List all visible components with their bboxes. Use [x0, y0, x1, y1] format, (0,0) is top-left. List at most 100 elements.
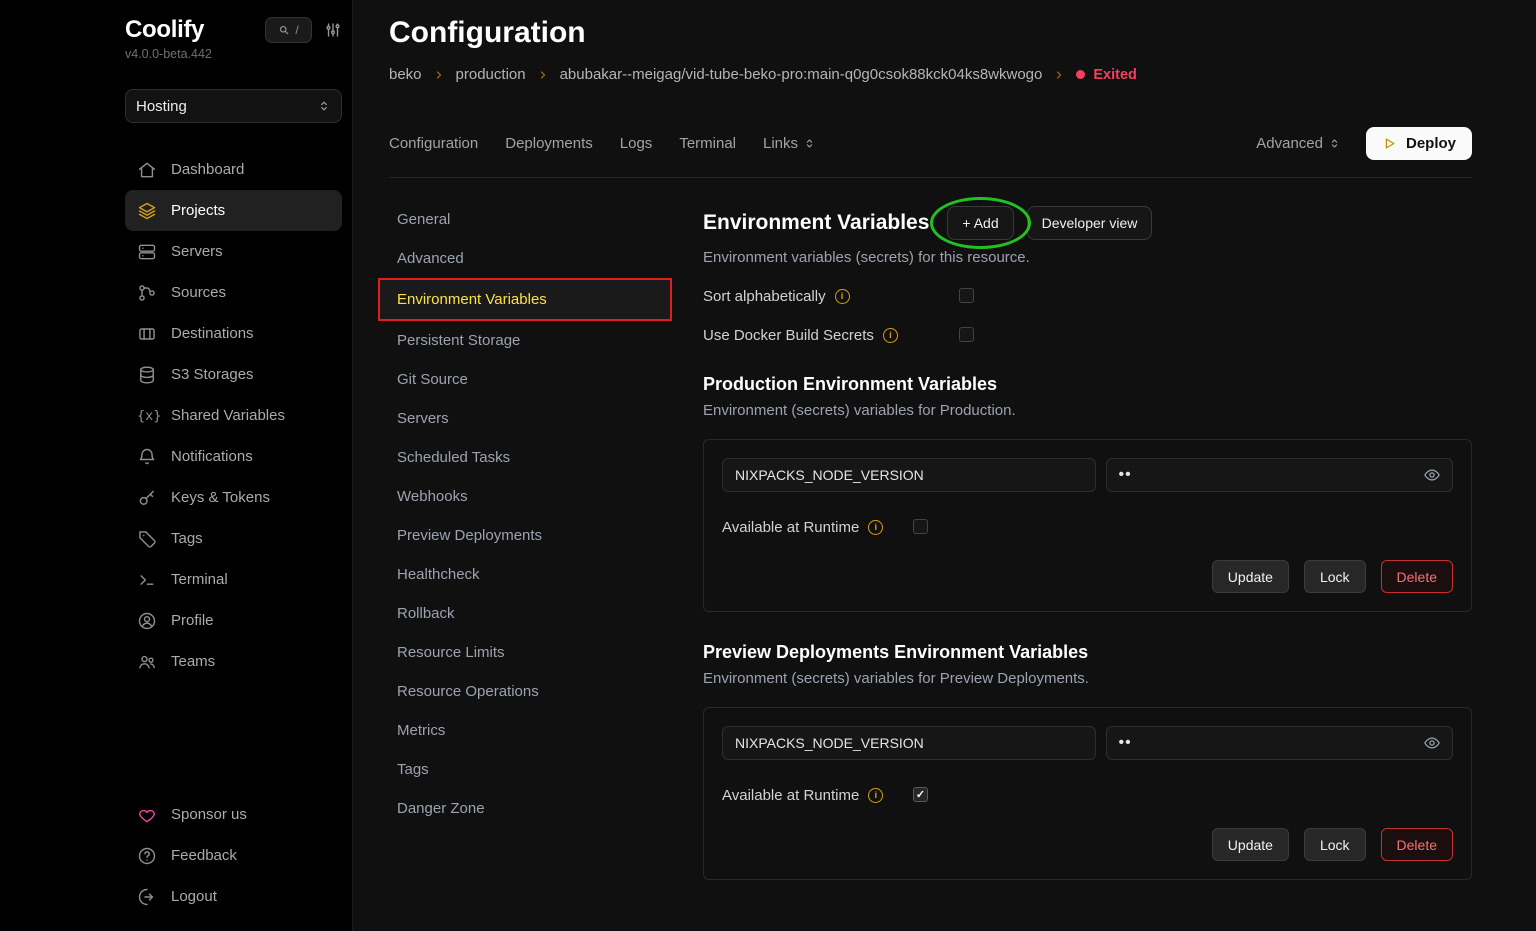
- tab-links[interactable]: Links: [763, 135, 816, 152]
- subnav-item-git-source[interactable]: Git Source: [389, 360, 683, 399]
- sidebar-item-dashboard[interactable]: Dashboard: [125, 149, 342, 190]
- advanced-label: Advanced: [1256, 135, 1323, 152]
- subnav-item-scheduled-tasks[interactable]: Scheduled Tasks: [389, 438, 683, 477]
- breadcrumb-environment[interactable]: production: [456, 66, 526, 83]
- breadcrumb-resource[interactable]: abubakar--meigag/vid-tube-beko-pro:main-…: [560, 66, 1043, 83]
- subnav-item-tags[interactable]: Tags: [389, 750, 683, 789]
- chevron-up-down-icon: [1328, 137, 1341, 150]
- env-value-input[interactable]: [1106, 458, 1454, 492]
- subnav-item-environment-variables[interactable]: Environment Variables: [380, 280, 670, 319]
- app-logo: Coolify: [125, 16, 204, 44]
- lock-button[interactable]: Lock: [1304, 560, 1366, 593]
- sidebar-item-keys-tokens[interactable]: Keys & Tokens: [125, 477, 342, 518]
- tab-links-label: Links: [763, 135, 798, 152]
- sidebar-item-sources[interactable]: Sources: [125, 272, 342, 313]
- add-env-var-button[interactable]: + Add: [947, 206, 1013, 240]
- sidebar-item-label: Dashboard: [171, 161, 244, 178]
- delete-button[interactable]: Delete: [1381, 828, 1453, 861]
- eye-icon[interactable]: [1423, 734, 1441, 752]
- chevron-up-down-icon: [317, 99, 331, 113]
- developer-view-button[interactable]: Developer view: [1027, 206, 1153, 240]
- sidebar-item-feedback[interactable]: Feedback: [125, 835, 342, 876]
- sidebar-item-tags[interactable]: Tags: [125, 518, 342, 559]
- sidebar-item-label: Feedback: [171, 847, 237, 864]
- update-button[interactable]: Update: [1212, 560, 1289, 593]
- header-divider: [389, 177, 1472, 178]
- info-icon[interactable]: [835, 289, 850, 304]
- profile-icon: [137, 611, 157, 631]
- tab-terminal[interactable]: Terminal: [679, 135, 736, 152]
- sidebar-item-terminal[interactable]: Terminal: [125, 559, 342, 600]
- sidebar-item-label: Teams: [171, 653, 215, 670]
- tab-logs[interactable]: Logs: [620, 135, 653, 152]
- chevron-right-icon: [433, 69, 445, 81]
- search-shortcut-key: /: [295, 23, 298, 37]
- env-key-input[interactable]: [722, 458, 1096, 492]
- sort-alphabetically-label: Sort alphabetically: [703, 288, 826, 305]
- subnav-item-rollback[interactable]: Rollback: [389, 594, 683, 633]
- sort-alphabetically-checkbox[interactable]: [959, 288, 974, 303]
- eye-icon[interactable]: [1423, 466, 1441, 484]
- subnav-item-persistent-storage[interactable]: Persistent Storage: [389, 321, 683, 360]
- advanced-dropdown[interactable]: Advanced: [1256, 135, 1341, 152]
- lock-button[interactable]: Lock: [1304, 828, 1366, 861]
- chevron-right-icon: [1053, 69, 1065, 81]
- sidebar: Coolify / v4.0.0-beta.442 Hosting Dashbo…: [0, 0, 353, 931]
- search-box[interactable]: /: [265, 17, 312, 43]
- available-at-runtime-row: Available at Runtime: [722, 786, 1453, 804]
- settings-sliders-icon[interactable]: [324, 21, 342, 39]
- subnav-item-metrics[interactable]: Metrics: [389, 711, 683, 750]
- tab-configuration[interactable]: Configuration: [389, 135, 478, 152]
- settings-subnav: General Advanced Environment Variables P…: [389, 200, 683, 880]
- available-at-runtime-checkbox[interactable]: [913, 519, 928, 534]
- home-icon: [137, 160, 157, 180]
- sidebar-item-label: Destinations: [171, 325, 254, 342]
- sidebar-item-profile[interactable]: Profile: [125, 600, 342, 641]
- production-env-var-card: Available at Runtime Update Lock Delete: [703, 439, 1472, 612]
- docker-build-secrets-label: Use Docker Build Secrets: [703, 327, 874, 344]
- terminal-icon: [137, 570, 157, 590]
- env-key-input[interactable]: [722, 726, 1096, 760]
- sidebar-item-logout[interactable]: Logout: [125, 876, 342, 917]
- info-icon[interactable]: [868, 788, 883, 803]
- subnav-item-danger-zone[interactable]: Danger Zone: [389, 789, 683, 828]
- tab-deployments[interactable]: Deployments: [505, 135, 593, 152]
- env-value-input[interactable]: [1106, 726, 1454, 760]
- subnav-item-general[interactable]: General: [389, 200, 683, 239]
- breadcrumb-project[interactable]: beko: [389, 66, 422, 83]
- subnav-item-preview-deployments[interactable]: Preview Deployments: [389, 516, 683, 555]
- sidebar-item-projects[interactable]: Projects: [125, 190, 342, 231]
- sidebar-item-shared-variables[interactable]: {x} Shared Variables: [125, 395, 342, 436]
- breadcrumb: beko production abubakar--meigag/vid-tub…: [389, 66, 1472, 83]
- database-icon: [137, 365, 157, 385]
- sidebar-item-servers[interactable]: Servers: [125, 231, 342, 272]
- sidebar-item-sponsor[interactable]: Sponsor us: [125, 794, 342, 835]
- delete-button[interactable]: Delete: [1381, 560, 1453, 593]
- sidebar-item-label: Profile: [171, 612, 214, 629]
- deploy-button[interactable]: Deploy: [1366, 127, 1472, 160]
- sidebar-item-teams[interactable]: Teams: [125, 641, 342, 682]
- subnav-item-advanced[interactable]: Advanced: [389, 239, 683, 278]
- sidebar-item-notifications[interactable]: Notifications: [125, 436, 342, 477]
- docker-build-secrets-checkbox[interactable]: [959, 327, 974, 342]
- status-badge: Exited: [1076, 67, 1137, 83]
- subnav-item-resource-operations[interactable]: Resource Operations: [389, 672, 683, 711]
- environment-variables-panel: Environment Variables + Add Developer vi…: [703, 200, 1472, 880]
- subnav-item-servers[interactable]: Servers: [389, 399, 683, 438]
- team-select[interactable]: Hosting: [125, 89, 342, 123]
- update-button[interactable]: Update: [1212, 828, 1289, 861]
- env-vars-subtitle: Environment variables (secrets) for this…: [703, 249, 1472, 266]
- play-icon: [1382, 136, 1397, 151]
- info-icon[interactable]: [883, 328, 898, 343]
- subnav-item-resource-limits[interactable]: Resource Limits: [389, 633, 683, 672]
- sidebar-item-s3-storages[interactable]: S3 Storages: [125, 354, 342, 395]
- info-icon[interactable]: [868, 520, 883, 535]
- sidebar-item-destinations[interactable]: Destinations: [125, 313, 342, 354]
- sidebar-item-label: Servers: [171, 243, 223, 260]
- key-icon: [137, 488, 157, 508]
- subnav-item-healthcheck[interactable]: Healthcheck: [389, 555, 683, 594]
- chevron-up-down-icon: [803, 137, 816, 150]
- sidebar-item-label: Shared Variables: [171, 407, 285, 424]
- subnav-item-webhooks[interactable]: Webhooks: [389, 477, 683, 516]
- available-at-runtime-checkbox[interactable]: [913, 787, 928, 802]
